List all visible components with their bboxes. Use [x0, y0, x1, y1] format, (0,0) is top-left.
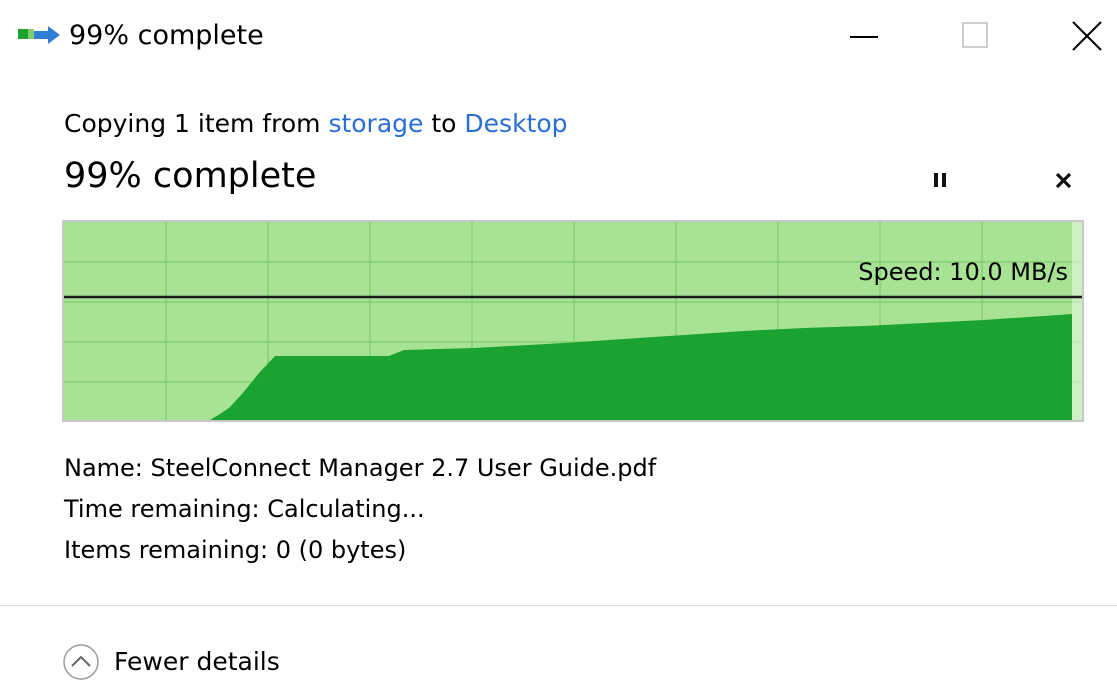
footer-divider: [0, 605, 1117, 606]
copy-prefix: Copying 1 item from: [64, 109, 329, 138]
title-bar[interactable]: 99% complete: [0, 0, 1117, 72]
transfer-speed-graph: Speed: 10.0 MB/s: [62, 220, 1084, 422]
file-name-row: Name: SteelConnect Manager 2.7 User Guid…: [64, 448, 656, 489]
time-remaining-row: Time remaining: Calculating...: [64, 489, 656, 530]
name-value: SteelConnect Manager 2.7 User Guide.pdf: [150, 454, 657, 482]
destination-link[interactable]: Desktop: [464, 109, 567, 138]
source-link[interactable]: storage: [328, 109, 423, 138]
copy-middle: to: [423, 109, 465, 138]
minimize-button[interactable]: [820, 0, 910, 72]
graph-remaining-area: [1072, 222, 1082, 420]
window-title: 99% complete: [69, 20, 264, 51]
speed-label: Speed: 10.0 MB/s: [858, 258, 1068, 286]
copy-progress-window: 99% complete Copying 1 item from storage…: [0, 0, 1117, 692]
fewer-details-label: Fewer details: [114, 647, 280, 676]
cancel-copy-button[interactable]: [1044, 160, 1084, 200]
fewer-details-button[interactable]: Fewer details: [62, 640, 280, 684]
copy-details: Name: SteelConnect Manager 2.7 User Guid…: [64, 448, 656, 571]
progress-status: 99% complete: [64, 156, 317, 196]
items-remaining-value: 0 (0 bytes): [275, 536, 407, 564]
pause-button[interactable]: [920, 160, 960, 200]
items-remaining-row: Items remaining: 0 (0 bytes): [64, 530, 656, 571]
time-remaining-value: Calculating...: [267, 495, 425, 523]
time-remaining-label: Time remaining:: [64, 495, 260, 523]
maximize-button[interactable]: [930, 0, 1020, 72]
file-copy-icon: [18, 26, 60, 44]
copy-description: Copying 1 item from storage to Desktop: [64, 106, 568, 142]
items-remaining-label: Items remaining:: [64, 536, 269, 564]
name-label: Name:: [64, 454, 143, 482]
chevron-up-circle-icon: [63, 644, 99, 680]
window-close-button[interactable]: [1030, 0, 1117, 72]
speed-graph-canvas: [64, 222, 1082, 420]
